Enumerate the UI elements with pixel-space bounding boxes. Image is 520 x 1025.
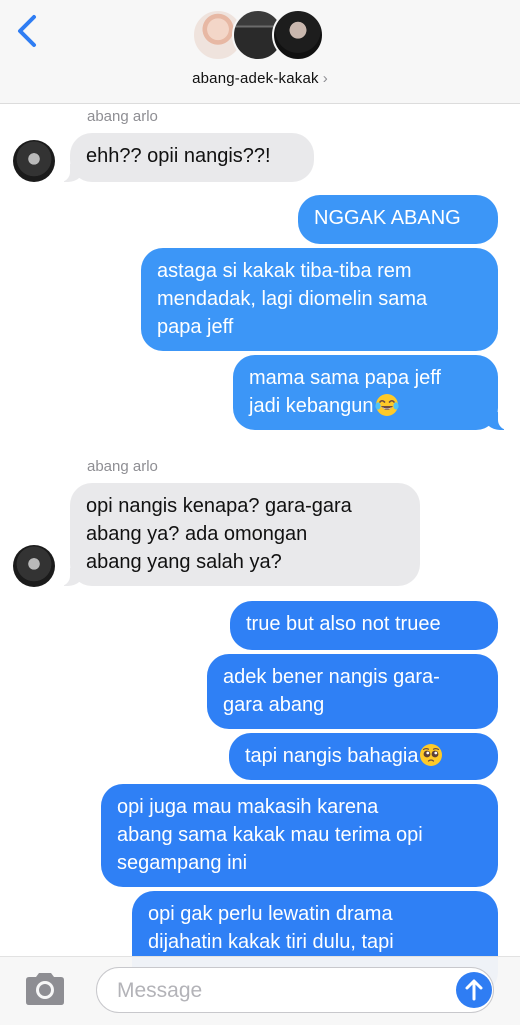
message-text: gara abang xyxy=(223,694,325,716)
message-bubble[interactable]: ehh?? opii nangis??! xyxy=(60,133,314,182)
message-text: tapi nangis bahagia xyxy=(245,745,419,767)
pleading-face-emoji xyxy=(420,744,443,766)
message-text: NGGAK ABANG xyxy=(314,207,461,229)
message-text: adek bener nangis gara- xyxy=(223,666,440,688)
avatar xyxy=(272,9,324,61)
tears-of-joy-emoji xyxy=(374,394,399,416)
message-text: ehh?? opii nangis??! xyxy=(86,145,271,167)
message-text: papa jeff xyxy=(157,316,234,338)
message-text: astaga si kakak tiba-tiba rem xyxy=(157,260,412,282)
group-avatars[interactable] xyxy=(192,9,332,63)
message-bubble[interactable]: true but also not truee xyxy=(230,601,498,650)
chevron-right-icon: › xyxy=(322,70,328,87)
message-text: segampang ini xyxy=(117,852,248,874)
message-bubble[interactable]: adek bener nangis gara- gara abang xyxy=(207,654,498,729)
message-text: abang yang salah ya? xyxy=(86,551,282,573)
arrow-up-icon xyxy=(465,979,483,1001)
message-field[interactable] xyxy=(96,967,494,1013)
message-text: jadi kebangun xyxy=(249,395,374,417)
message-text: abang ya? ada omongan xyxy=(86,523,308,545)
sender-name: abang arlo xyxy=(87,458,158,475)
message-bubble[interactable]: opi nangis kenapa? gara-gara abang ya? a… xyxy=(60,483,420,586)
message-bubble[interactable]: NGGAK ABANG xyxy=(298,195,498,244)
message-text: true but also not truee xyxy=(246,613,441,635)
message-bubble[interactable]: mama sama papa jeff jadi kebangun xyxy=(233,355,508,430)
message-text: opi juga mau makasih karena xyxy=(117,796,379,818)
camera-icon[interactable] xyxy=(22,971,68,1007)
message-bubble[interactable]: tapi nangis bahagia xyxy=(229,733,498,780)
message-input-bar xyxy=(0,956,520,1025)
message-text: opi nangis kenapa? gara-gara xyxy=(86,495,352,517)
avatar xyxy=(13,140,55,182)
message-text: opi gak perlu lewatin drama xyxy=(148,903,393,925)
sender-name: abang arlo xyxy=(87,108,158,125)
avatar xyxy=(13,545,55,587)
message-bubble[interactable]: astaga si kakak tiba-tiba rem mendadak, … xyxy=(141,248,498,351)
send-button[interactable] xyxy=(456,972,492,1008)
conversation-header: abang-adek-kakak › xyxy=(0,0,520,104)
message-text: dijahatin kakak tiri dulu, tapi xyxy=(148,931,394,953)
message-text: mama sama papa jeff xyxy=(249,367,441,389)
message-text: abang sama kakak mau terima opi xyxy=(117,824,423,846)
message-input[interactable] xyxy=(115,977,439,1005)
group-name-text: abang-adek-kakak xyxy=(192,70,319,87)
message-bubble[interactable]: opi juga mau makasih karena abang sama k… xyxy=(101,784,498,887)
chevron-left-icon[interactable] xyxy=(14,14,42,48)
group-title[interactable]: abang-adek-kakak › xyxy=(0,70,520,87)
message-text: mendadak, lagi diomelin sama xyxy=(157,288,428,310)
